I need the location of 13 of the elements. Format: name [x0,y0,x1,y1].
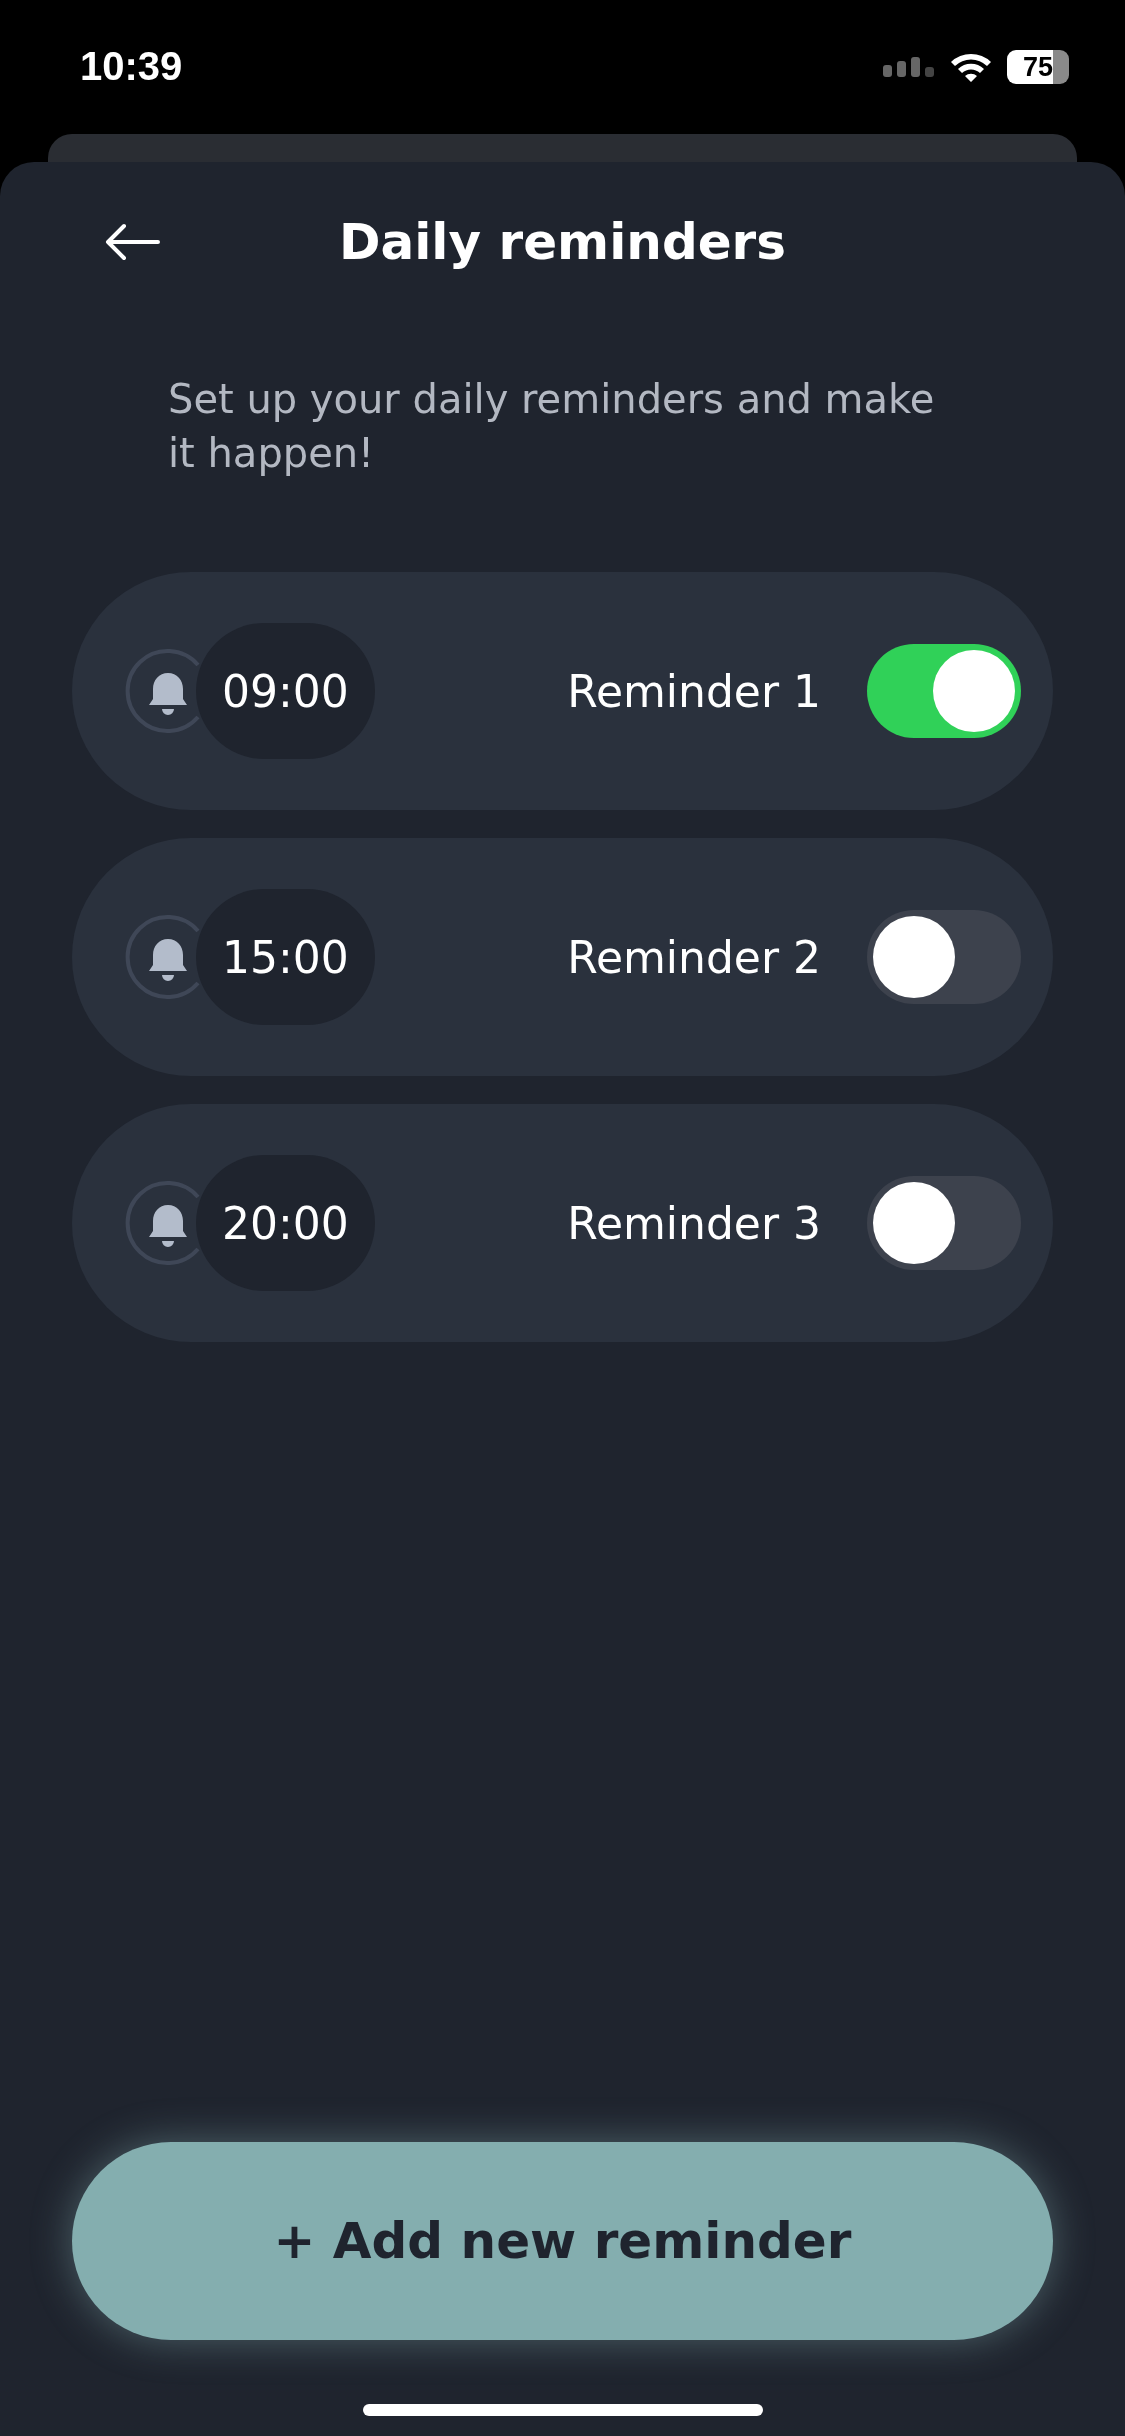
reminder-label: Reminder 2 [567,931,821,983]
time-pill[interactable]: 20:00 [196,1155,375,1291]
time-pill[interactable]: 15:00 [196,889,375,1025]
screen-title: Daily reminders [338,213,786,271]
status-time: 10:39 [80,44,183,89]
time-pill[interactable]: 09:00 [196,623,375,759]
reminder-label: Reminder 1 [567,665,821,717]
signal-icon [883,57,935,77]
add-reminder-button[interactable]: + Add new reminder [72,2142,1053,2340]
wifi-icon [949,51,993,83]
reminder-label: Reminder 3 [567,1197,821,1249]
battery-icon: 75 [1007,50,1069,84]
subtitle: Set up your daily reminders and make it happen! [168,375,936,478]
